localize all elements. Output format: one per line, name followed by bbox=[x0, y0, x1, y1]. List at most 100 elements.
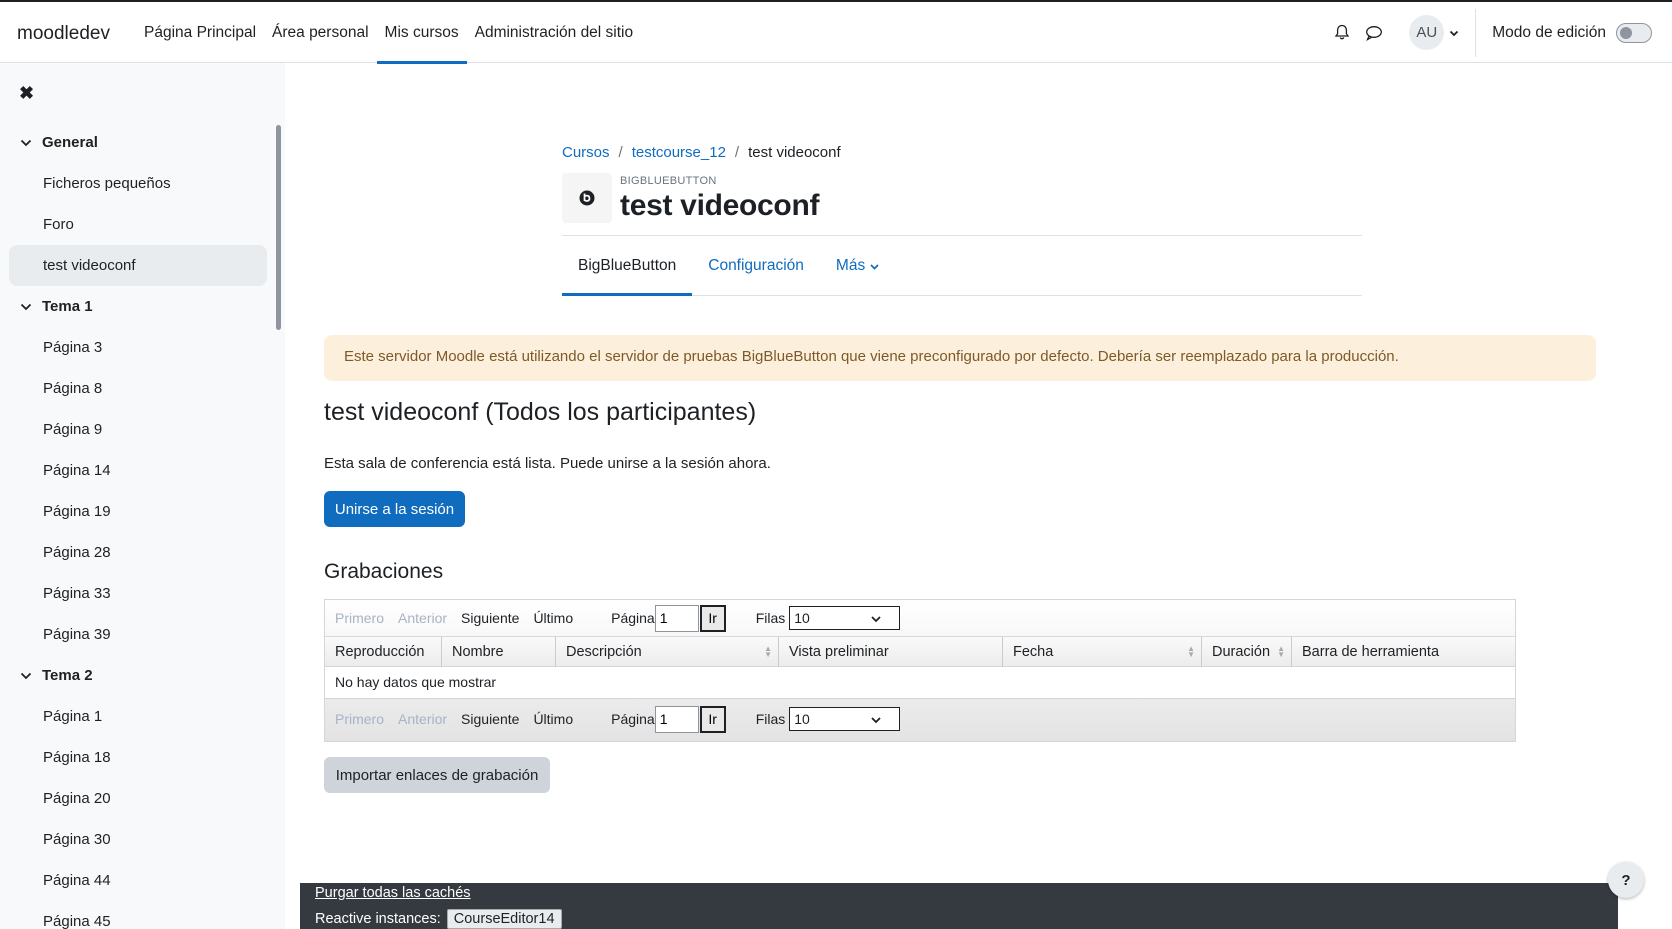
recordings-table: Primero Anterior Siguiente Último Página… bbox=[324, 599, 1516, 742]
pager-first[interactable]: Primero bbox=[335, 610, 384, 626]
section-tema-2[interactable]: Tema 2 bbox=[9, 655, 267, 696]
course-index-item[interactable]: Página 18 bbox=[9, 737, 267, 778]
bell-icon[interactable] bbox=[1331, 22, 1353, 44]
tab-configuracion[interactable]: Configuración bbox=[692, 236, 820, 295]
column-header-vista-preliminar: Vista preliminar bbox=[779, 637, 1003, 667]
reactive-instance-button[interactable]: CourseEditor14 bbox=[446, 909, 562, 929]
chat-icon[interactable] bbox=[1363, 22, 1385, 44]
pager-top: Primero Anterior Siguiente Último Página… bbox=[335, 600, 901, 636]
rows-select-value: 10 bbox=[794, 610, 810, 626]
activity-header: BIGBLUEBUTTON test videoconf bbox=[562, 173, 1362, 223]
primary-navigation: Página Principal Área personal Mis curso… bbox=[136, 2, 642, 64]
page-title: test videoconf bbox=[620, 189, 820, 222]
pager-last[interactable]: Último bbox=[533, 610, 573, 626]
course-index-item[interactable]: Página 33 bbox=[9, 573, 267, 614]
pager-prev[interactable]: Anterior bbox=[398, 711, 447, 727]
pager-prev[interactable]: Anterior bbox=[398, 610, 447, 626]
course-index-item-active[interactable]: test videoconf bbox=[9, 245, 267, 286]
nav-item-my-courses[interactable]: Mis cursos bbox=[376, 2, 467, 64]
recordings-title: Grabaciones bbox=[324, 560, 444, 583]
pager-bottom: Primero Anterior Siguiente Último Página… bbox=[335, 701, 901, 737]
page-header: Cursos / testcourse_12 / test videoconf … bbox=[562, 137, 1362, 296]
course-index-item[interactable]: Foro bbox=[9, 204, 267, 245]
pager-first[interactable]: Primero bbox=[335, 711, 384, 727]
pager-next[interactable]: Siguiente bbox=[461, 610, 519, 626]
column-header-nombre[interactable]: Nombre bbox=[442, 637, 556, 667]
section-general[interactable]: General bbox=[9, 122, 267, 163]
nav-item-dashboard[interactable]: Área personal bbox=[264, 2, 377, 63]
pager-next[interactable]: Siguiente bbox=[461, 711, 519, 727]
join-session-button[interactable]: Unirse a la sesión bbox=[324, 491, 465, 527]
tab-mas[interactable]: Más bbox=[820, 236, 895, 295]
course-index: General Ficheros pequeños Foro test vide… bbox=[9, 122, 267, 929]
section-tema-1[interactable]: Tema 1 bbox=[9, 286, 267, 327]
sort-icon: ▲ ▼ bbox=[1187, 644, 1195, 659]
breadcrumb: Cursos / testcourse_12 / test videoconf bbox=[562, 137, 1362, 167]
column-header-reproduccion: Reproducción bbox=[325, 637, 442, 667]
close-icon[interactable]: ✖ bbox=[19, 83, 34, 104]
breadcrumb-separator: / bbox=[734, 143, 740, 161]
nav-item-home[interactable]: Página Principal bbox=[136, 2, 264, 63]
course-index-item[interactable]: Página 39 bbox=[9, 614, 267, 655]
column-header-duracion[interactable]: Duración ▲ ▼ bbox=[1202, 637, 1292, 667]
course-index-item[interactable]: Página 19 bbox=[9, 491, 267, 532]
import-recordings-button[interactable]: Importar enlaces de grabación bbox=[324, 757, 550, 793]
course-index-item[interactable]: Página 9 bbox=[9, 409, 267, 450]
avatar[interactable]: AU bbox=[1409, 15, 1445, 50]
course-index-item[interactable]: Página 3 bbox=[9, 327, 267, 368]
table-header-row: Reproducción Nombre Descripción ▲ ▼ Vista… bbox=[325, 636, 1515, 667]
help-button[interactable]: ? bbox=[1608, 862, 1644, 898]
rows-select[interactable]: 10 bbox=[789, 606, 901, 630]
chevron-down-icon bbox=[871, 711, 881, 727]
go-button[interactable]: Ir bbox=[699, 604, 726, 632]
section-title: General bbox=[42, 134, 98, 151]
room-status: Esta sala de conferencia está lista. Pue… bbox=[324, 455, 771, 472]
page-input[interactable] bbox=[654, 705, 699, 733]
drawer-scrollbar[interactable] bbox=[276, 125, 281, 330]
column-header-fecha[interactable]: Fecha ▲ ▼ bbox=[1003, 637, 1202, 667]
go-button[interactable]: Ir bbox=[699, 705, 726, 733]
activity-type: BIGBLUEBUTTON bbox=[620, 175, 717, 187]
edit-mode-toggle[interactable] bbox=[1616, 22, 1652, 43]
tab-bigbluebutton[interactable]: BigBlueButton bbox=[562, 236, 693, 296]
secondary-navigation: BigBlueButton Configuración Más bbox=[562, 235, 1362, 296]
chevron-down-icon[interactable] bbox=[20, 139, 32, 147]
user-menu[interactable]: AU bbox=[1409, 15, 1459, 50]
course-index-item[interactable]: Página 28 bbox=[9, 532, 267, 573]
test-server-alert: Este servidor Moodle está utilizando el … bbox=[324, 335, 1596, 381]
page-label: Página bbox=[611, 711, 655, 727]
chevron-down-icon[interactable] bbox=[20, 303, 32, 311]
course-index-item[interactable]: Página 44 bbox=[9, 860, 267, 901]
rows-label: Filas bbox=[755, 610, 786, 626]
breadcrumb-cursos[interactable]: Cursos bbox=[562, 144, 610, 161]
breadcrumb-separator: / bbox=[618, 143, 623, 161]
rows-select-value: 10 bbox=[794, 711, 810, 727]
edit-mode-label: Modo de edición bbox=[1492, 23, 1606, 41]
rows-select[interactable]: 10 bbox=[789, 707, 901, 731]
bigbluebutton-icon bbox=[562, 173, 612, 223]
course-index-item[interactable]: Página 20 bbox=[9, 778, 267, 819]
column-header-barra-herramienta: Barra de herramienta bbox=[1302, 644, 1440, 660]
chevron-down-icon bbox=[871, 610, 881, 626]
column-label: Fecha bbox=[1013, 644, 1054, 660]
section-title: Tema 2 bbox=[42, 667, 93, 684]
purge-caches-link[interactable]: Purgar todas las cachés bbox=[315, 885, 1618, 901]
sort-icon: ▲ ▼ bbox=[764, 644, 772, 659]
course-index-item[interactable]: Ficheros pequeños bbox=[9, 163, 267, 204]
chevron-down-icon bbox=[869, 257, 879, 274]
nav-item-site-admin[interactable]: Administración del sitio bbox=[467, 2, 642, 63]
chevron-down-icon[interactable] bbox=[20, 672, 32, 680]
navbar-user-area: AU Modo de edición bbox=[1331, 2, 1672, 63]
page-input[interactable] bbox=[654, 604, 699, 632]
pager-last[interactable]: Último bbox=[533, 711, 573, 727]
course-index-item[interactable]: Página 14 bbox=[9, 450, 267, 491]
course-index-item[interactable]: Página 8 bbox=[9, 368, 267, 409]
sort-icon: ▲ ▼ bbox=[1277, 644, 1285, 659]
navbar-divider bbox=[1475, 8, 1477, 57]
breadcrumb-course[interactable]: testcourse_12 bbox=[632, 144, 726, 161]
column-header-descripcion[interactable]: Descripción ▲ ▼ bbox=[556, 637, 779, 667]
course-index-item[interactable]: Página 30 bbox=[9, 819, 267, 860]
site-brand[interactable]: moodledev bbox=[17, 23, 110, 45]
course-index-item[interactable]: Página 1 bbox=[9, 696, 267, 737]
course-index-item[interactable]: Página 45 bbox=[9, 901, 267, 929]
